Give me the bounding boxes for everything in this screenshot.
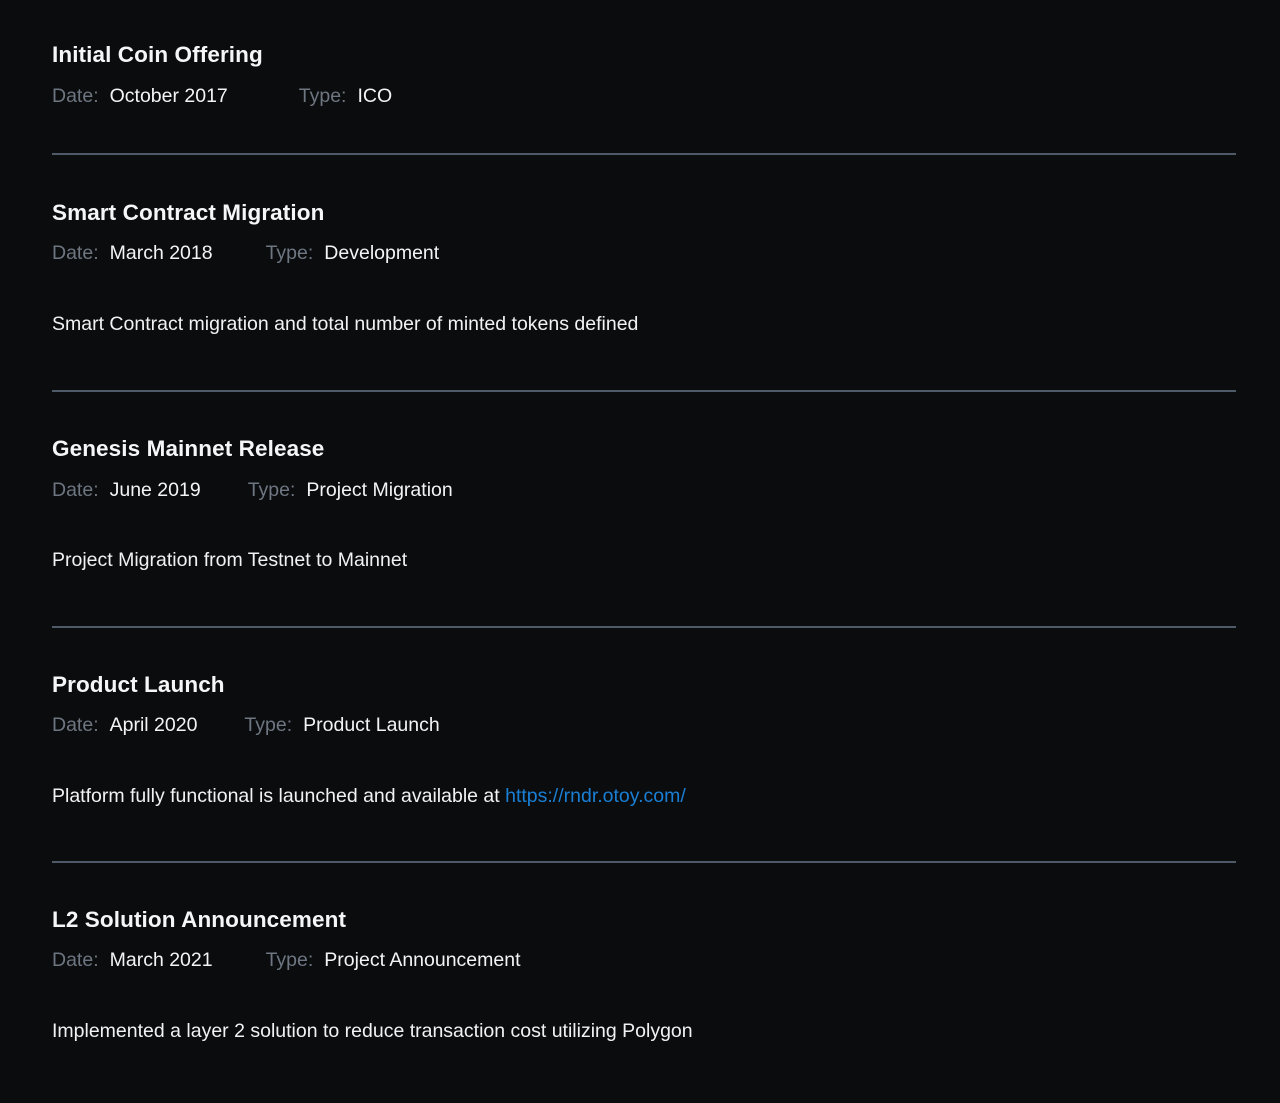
timeline-entry: Genesis Mainnet Release Date: June 2019 … bbox=[22, 392, 1258, 572]
timeline-entry: Product Launch Date: April 2020 Type: Pr… bbox=[22, 628, 1258, 808]
timeline-entry: Initial Coin Offering Date: October 2017… bbox=[22, 0, 1258, 108]
type-value: Project Migration bbox=[306, 478, 453, 501]
date-label: Date: bbox=[52, 949, 99, 972]
type-value: ICO bbox=[357, 84, 393, 107]
entry-title: Product Launch bbox=[52, 671, 225, 697]
platform-link[interactable]: https://rndr.otoy.com/ bbox=[505, 785, 686, 807]
date-value: June 2019 bbox=[109, 478, 201, 501]
entry-title: Initial Coin Offering bbox=[52, 42, 263, 67]
type-label: Type: bbox=[247, 478, 296, 501]
type-label: Type: bbox=[265, 949, 314, 972]
entry-meta: Date: October 2017 Type: ICO bbox=[52, 85, 1236, 108]
type-label: Type: bbox=[265, 242, 314, 265]
entry-meta: Date: March 2021 Type: Project Announcem… bbox=[52, 949, 1236, 972]
description-text: Platform fully functional is launched an… bbox=[52, 784, 506, 807]
date-label: Date: bbox=[52, 242, 99, 265]
date-value: April 2020 bbox=[109, 714, 198, 737]
entry-description: Implemented a layer 2 solution to reduce… bbox=[52, 1019, 693, 1042]
timeline-entry: L2 Solution Announcement Date: March 202… bbox=[22, 863, 1258, 1043]
entry-title: L2 Solution Announcement bbox=[52, 906, 347, 932]
entry-meta: Date: June 2019 Type: Project Migration bbox=[52, 479, 1236, 502]
type-label: Type: bbox=[298, 84, 347, 107]
date-value: October 2017 bbox=[109, 84, 228, 107]
type-value: Product Launch bbox=[303, 714, 440, 737]
entry-meta: Date: April 2020 Type: Product Launch bbox=[52, 714, 1236, 737]
date-label: Date: bbox=[52, 478, 99, 501]
date-value: March 2018 bbox=[109, 242, 213, 265]
timeline-entry: Smart Contract Migration Date: March 201… bbox=[22, 155, 1258, 336]
entry-description: Platform fully functional is launched an… bbox=[52, 784, 1236, 808]
entry-description: Project Migration from Testnet to Mainne… bbox=[52, 549, 408, 572]
entry-description: Smart Contract migration and total numbe… bbox=[52, 312, 639, 335]
type-value: Project Announcement bbox=[324, 949, 521, 972]
date-label: Date: bbox=[52, 714, 99, 737]
milestone-timeline: Initial Coin Offering Date: October 2017… bbox=[0, 0, 1280, 1043]
entry-meta: Date: March 2018 Type: Development bbox=[52, 242, 1236, 265]
date-value: March 2021 bbox=[109, 949, 213, 972]
entry-title: Smart Contract Migration bbox=[52, 199, 325, 225]
entry-title: Genesis Mainnet Release bbox=[52, 436, 325, 462]
type-value: Development bbox=[324, 242, 440, 265]
type-label: Type: bbox=[244, 714, 293, 737]
date-label: Date: bbox=[52, 84, 99, 107]
